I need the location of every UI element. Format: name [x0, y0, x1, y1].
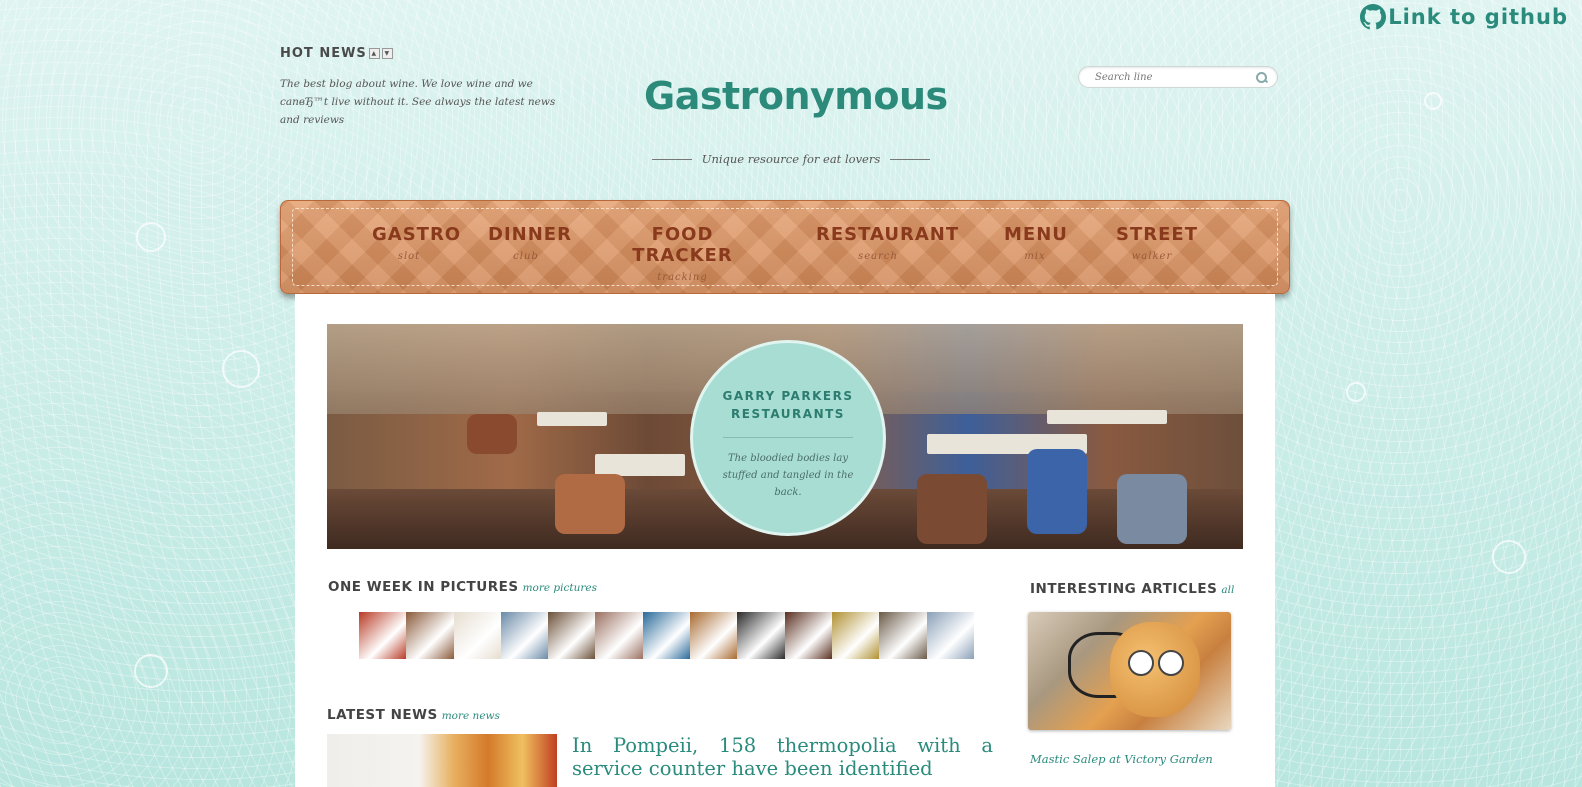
- tagline: Unique resource for eat lovers: [652, 152, 931, 166]
- picture-thumbnail[interactable]: [406, 612, 454, 659]
- latest-news-title: LATEST NEWS: [327, 707, 438, 723]
- picture-thumbnail[interactable]: [879, 612, 927, 659]
- article-image-cat: [1110, 622, 1200, 717]
- nav-item-label: GASTRO: [372, 224, 462, 245]
- nav-item-sub: slot: [397, 251, 421, 262]
- hot-news-text: The best blog about wine. We love wine a…: [280, 78, 556, 126]
- hero-chair: [467, 414, 517, 454]
- nav-item-label: STREET: [1116, 224, 1198, 245]
- nav-item-food-tracker[interactable]: FOOD TRACKER tracking: [610, 224, 755, 283]
- article-image-eye: [1158, 650, 1184, 676]
- hero-description: The bloodied bodies lay stuffed and tang…: [722, 453, 854, 498]
- nav-item-sub: walker: [1131, 251, 1173, 262]
- nav-item-sub: tracking: [657, 272, 708, 283]
- picture-thumbnail[interactable]: [737, 612, 785, 659]
- picture-thumbnail[interactable]: [453, 612, 501, 659]
- site-logo[interactable]: Gastronymous: [644, 74, 948, 118]
- picture-thumbnail[interactable]: [359, 612, 407, 659]
- nav-item-menu[interactable]: MENU mix: [1004, 224, 1068, 262]
- nav-item-label: FOOD TRACKER: [632, 224, 733, 266]
- github-icon: [1360, 4, 1387, 30]
- divider: [723, 437, 853, 438]
- search-input[interactable]: [1093, 70, 1257, 84]
- hot-news: HOT NEWS ▲ ▼ The best blog about wine. W…: [280, 46, 570, 129]
- nav-item-restaurant[interactable]: RESTAURANT search: [816, 224, 960, 262]
- articles-title: INTERESTING ARTICLES: [1030, 581, 1218, 597]
- divider: [652, 158, 692, 160]
- nav-item-sub: mix: [1024, 251, 1046, 262]
- nav-item-gastro[interactable]: GASTRO slot: [372, 224, 462, 262]
- hero-table: [595, 454, 685, 476]
- nav-item-sub: club: [513, 251, 539, 262]
- more-pictures-link[interactable]: more pictures: [523, 582, 597, 594]
- hero-caption-circle: GARRY PARKERS RESTAURANTS The bloodied b…: [690, 340, 886, 536]
- week-pictures-title: ONE WEEK IN PICTURES: [328, 579, 519, 595]
- decor-bubble: [222, 350, 260, 388]
- hero-table: [537, 412, 607, 426]
- picture-thumbnail[interactable]: [926, 612, 974, 659]
- nav-item-label: RESTAURANT: [816, 224, 960, 245]
- nav-item-dinner[interactable]: DINNER club: [488, 224, 572, 262]
- nav-item-label: MENU: [1004, 224, 1068, 245]
- picture-thumbnail[interactable]: [784, 612, 832, 659]
- tagline-text: Unique resource for eat lovers: [701, 152, 881, 166]
- week-pictures-heading: ONE WEEK IN PICTURES more pictures: [328, 579, 597, 595]
- picture-strip: [359, 612, 974, 659]
- hot-news-title: HOT NEWS: [280, 46, 367, 61]
- search-box: [1078, 66, 1278, 88]
- picture-thumbnail[interactable]: [548, 612, 596, 659]
- main-nav: GASTRO slot DINNER club FOOD TRACKER tra…: [280, 200, 1290, 294]
- nav-item-label: DINNER: [488, 224, 572, 245]
- picture-thumbnail[interactable]: [500, 612, 549, 659]
- search-icon[interactable]: [1256, 71, 1267, 83]
- news-thumbnail[interactable]: [327, 734, 557, 787]
- divider: [890, 158, 931, 160]
- nav-item-street[interactable]: STREET walker: [1116, 224, 1198, 262]
- picture-thumbnail[interactable]: [642, 612, 691, 659]
- hero-title-line1: GARRY PARKERS: [722, 389, 854, 403]
- scroll-up-button[interactable]: ▲: [368, 48, 380, 59]
- decor-bubble: [136, 222, 166, 252]
- decor-bubble: [1346, 382, 1366, 402]
- article-image[interactable]: [1028, 612, 1231, 730]
- github-link-label: Link to github: [1388, 5, 1568, 29]
- picture-thumbnail[interactable]: [831, 612, 880, 659]
- articles-heading: INTERESTING ARTICLES all: [1030, 581, 1234, 597]
- article-image-eye: [1128, 650, 1154, 676]
- articles-all-link[interactable]: all: [1221, 584, 1234, 596]
- decor-bubble: [1492, 540, 1526, 574]
- decor-bubble: [1424, 92, 1442, 110]
- picture-thumbnail[interactable]: [595, 612, 643, 659]
- news-headline[interactable]: In Pompeii, 158 thermopolia with a servi…: [572, 734, 993, 780]
- more-news-link[interactable]: more news: [442, 710, 500, 722]
- decor-bubble: [134, 654, 168, 688]
- hero-title[interactable]: GARRY PARKERS RESTAURANTS: [693, 387, 883, 423]
- github-link[interactable]: Link to github: [1360, 4, 1568, 30]
- scroll-down-button[interactable]: ▼: [381, 48, 393, 59]
- hot-news-header: HOT NEWS ▲ ▼: [280, 46, 570, 61]
- hero-chair: [1117, 474, 1187, 544]
- hero-chair: [917, 474, 987, 544]
- latest-news-heading: LATEST NEWS more news: [327, 707, 500, 723]
- hero-table: [1047, 410, 1167, 424]
- nav-item-sub: search: [858, 251, 898, 262]
- hero-title-line2: RESTAURANTS: [731, 407, 845, 421]
- hero-chair: [1027, 449, 1087, 534]
- article-caption[interactable]: Mastic Salep at Victory Garden: [1030, 752, 1213, 766]
- picture-thumbnail[interactable]: [690, 612, 738, 659]
- hero-chair: [555, 474, 625, 534]
